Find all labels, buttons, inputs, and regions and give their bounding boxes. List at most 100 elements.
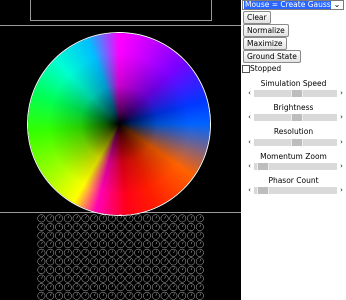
phasor-circle[interactable] — [160, 231, 169, 240]
phasor-circle[interactable] — [134, 248, 143, 257]
phasor-circle[interactable] — [195, 257, 204, 266]
phasor-circle[interactable] — [169, 283, 178, 292]
slider-track[interactable] — [254, 114, 337, 121]
phasor-circle[interactable] — [37, 283, 46, 292]
phasor-circle[interactable] — [107, 248, 116, 257]
phasor-circle[interactable] — [125, 231, 134, 240]
phasor-circle[interactable] — [55, 257, 63, 266]
phasor-circle[interactable] — [72, 283, 81, 292]
phasor-circle[interactable] — [81, 248, 90, 257]
phasor-circle[interactable] — [90, 223, 99, 231]
stopped-checkbox[interactable] — [242, 65, 250, 73]
phasor-circle[interactable] — [178, 231, 187, 240]
phasor-circle[interactable] — [63, 231, 72, 240]
phasor-circle[interactable] — [160, 257, 169, 266]
phasor-circle[interactable] — [37, 231, 46, 240]
phasor-circle[interactable] — [46, 283, 55, 292]
phasor-count-slider[interactable]: ‹ › — [247, 186, 344, 195]
phasor-circle[interactable] — [107, 283, 116, 292]
phasor-circle[interactable] — [187, 283, 195, 292]
phasor-circle[interactable] — [90, 231, 99, 240]
resolution-slider[interactable]: ‹ › — [247, 138, 344, 147]
phasor-circle[interactable] — [187, 231, 195, 240]
phasor-circle[interactable] — [116, 283, 125, 292]
phasor-circle[interactable] — [143, 257, 151, 266]
phasor-circle[interactable] — [116, 257, 125, 266]
phasor-circle[interactable] — [72, 257, 81, 266]
phasor-circle[interactable] — [81, 283, 90, 292]
phasor-circle[interactable] — [143, 283, 151, 292]
left-arrow-icon[interactable]: ‹ — [247, 186, 252, 195]
phasor-circle[interactable] — [151, 248, 160, 257]
right-arrow-icon[interactable]: › — [339, 138, 344, 147]
clear-button[interactable]: Clear — [243, 11, 271, 24]
right-arrow-icon[interactable]: › — [339, 186, 344, 195]
phasor-circle[interactable] — [134, 283, 143, 292]
phasor-circle[interactable] — [55, 283, 63, 292]
left-arrow-icon[interactable]: ‹ — [247, 138, 252, 147]
phasor-circle[interactable] — [63, 248, 72, 257]
phasor-circle[interactable] — [81, 257, 90, 266]
phasor-circle[interactable] — [99, 248, 107, 257]
phasor-circle[interactable] — [195, 283, 204, 292]
slider-track[interactable] — [254, 163, 337, 170]
phasor-circle[interactable] — [46, 248, 55, 257]
phasor-circle[interactable] — [90, 266, 99, 274]
slider-thumb[interactable] — [290, 90, 303, 97]
phasor-circle[interactable] — [90, 257, 99, 266]
slider-track[interactable] — [254, 139, 337, 146]
phasor-circle[interactable] — [46, 231, 55, 240]
normalize-button[interactable]: Normalize — [243, 24, 289, 37]
slider-thumb[interactable] — [290, 114, 303, 121]
phasor-circle[interactable] — [195, 248, 204, 257]
phasor-circle[interactable] — [37, 257, 46, 266]
phasor-circle[interactable] — [187, 257, 195, 266]
phasor-circle[interactable] — [178, 248, 187, 257]
chevron-down-icon[interactable]: ⌄ — [332, 0, 342, 10]
phasor-circle[interactable] — [46, 257, 55, 266]
phasor-circle[interactable] — [169, 248, 178, 257]
phasor-circle[interactable] — [151, 231, 160, 240]
phasor-circle[interactable] — [125, 257, 134, 266]
left-arrow-icon[interactable]: ‹ — [247, 162, 252, 171]
momentum-phase-wheel[interactable] — [28, 33, 210, 215]
phasor-circle[interactable] — [125, 283, 134, 292]
phasor-circle[interactable] — [178, 257, 187, 266]
phasor-circle[interactable] — [107, 231, 116, 240]
phasor-circle[interactable] — [72, 231, 81, 240]
phasor-circle[interactable] — [151, 257, 160, 266]
phasor-circle[interactable] — [143, 231, 151, 240]
phasor-circle[interactable] — [134, 231, 143, 240]
phasor-circle[interactable] — [169, 231, 178, 240]
phasor-circle[interactable] — [160, 283, 169, 292]
phasor-circle[interactable] — [99, 283, 107, 292]
simulation-speed-slider[interactable]: ‹ › — [247, 89, 344, 98]
right-arrow-icon[interactable]: › — [339, 162, 344, 171]
slider-thumb[interactable] — [257, 163, 270, 170]
phasor-circle[interactable] — [151, 283, 160, 292]
mouse-mode-select[interactable]: Mouse = Create Gaussian ⌄ — [242, 0, 344, 10]
maximize-button[interactable]: Maximize — [243, 37, 287, 50]
slider-thumb[interactable] — [257, 187, 270, 194]
phasor-circle[interactable] — [178, 283, 187, 292]
left-arrow-icon[interactable]: ‹ — [247, 89, 252, 98]
phasor-circle[interactable] — [99, 257, 107, 266]
phasor-circle[interactable] — [143, 248, 151, 257]
slider-track[interactable] — [254, 90, 337, 97]
phasor-circle[interactable] — [90, 248, 99, 257]
phasor-circle[interactable] — [63, 283, 72, 292]
phasor-circle[interactable] — [169, 257, 178, 266]
brightness-slider[interactable]: ‹ › — [247, 113, 344, 122]
phasor-circle[interactable] — [195, 231, 204, 240]
phasor-circle[interactable] — [116, 231, 125, 240]
left-arrow-icon[interactable]: ‹ — [247, 113, 252, 122]
phasor-grid[interactable] — [37, 214, 205, 300]
phasor-circle[interactable] — [72, 248, 81, 257]
right-arrow-icon[interactable]: › — [339, 113, 344, 122]
slider-thumb[interactable] — [290, 139, 303, 146]
right-arrow-icon[interactable]: › — [339, 89, 344, 98]
phasor-circle[interactable] — [63, 257, 72, 266]
phasor-circle[interactable] — [37, 248, 46, 257]
simulation-canvas[interactable] — [0, 0, 241, 300]
phasor-circle[interactable] — [107, 257, 116, 266]
